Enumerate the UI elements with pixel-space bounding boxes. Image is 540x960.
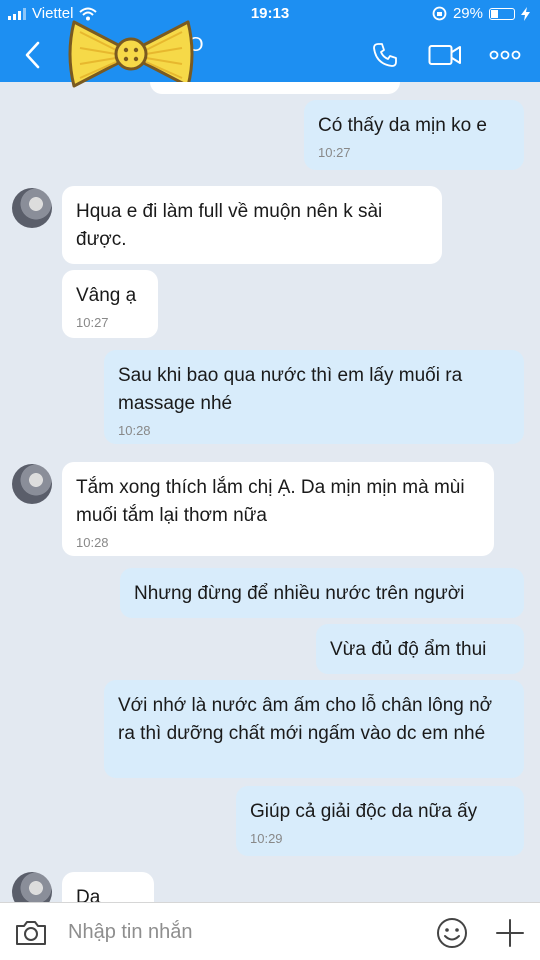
more-dots-icon [489, 50, 521, 60]
emoji-button[interactable] [436, 917, 468, 949]
message-text: Nhưng đừng để nhiều nước trên người [134, 583, 465, 604]
header-actions [368, 40, 522, 70]
smiley-icon [437, 918, 467, 948]
message-text: Vừa đủ độ ẩm thui [330, 639, 487, 660]
message-sent[interactable]: Giúp cả giải độc da nữa ấy 10:29 [236, 786, 524, 856]
contact-avatar[interactable] [12, 188, 52, 228]
more-options-button[interactable] [488, 40, 522, 70]
camera-button[interactable] [14, 919, 48, 947]
message-text: Có thấy da mịn ko e [318, 115, 487, 136]
bow-sticker-icon [68, 20, 194, 88]
message-sent[interactable]: Với nhớ là nước âm ấm cho lỗ chân lông n… [104, 680, 524, 778]
status-right: 29% [432, 5, 530, 22]
message-text: Với nhớ là nước âm ấm cho lỗ chân lông n… [118, 695, 493, 744]
message-time: 10:28 [118, 423, 151, 438]
chat-area[interactable]: Có thấy da mịn ko e 10:27 Hqua e đi làm … [0, 82, 540, 902]
video-camera-icon [428, 45, 461, 65]
message-text: Hqua e đi làm full về muộn nên k sài đượ… [76, 201, 383, 250]
message-text: Tắm xong thích lắm chị Ạ. Da mịn mịn mà … [76, 477, 465, 526]
message-text: Sau khi bao qua nước thì em lấy muối ra … [118, 365, 463, 414]
plus-icon [496, 919, 524, 947]
message-received[interactable]: Dạ [62, 872, 154, 902]
message-time: 10:27 [76, 315, 109, 330]
message-sent[interactable]: Vừa đủ độ ẩm thui [316, 624, 524, 674]
message-time: 10:29 [250, 831, 283, 846]
chevron-left-icon [25, 41, 40, 69]
message-received[interactable]: Vâng ạ 10:27 [62, 270, 158, 338]
previous-message-fragment [150, 82, 400, 94]
message-time: 10:27 [318, 145, 351, 160]
call-button[interactable] [368, 40, 402, 70]
message-sent[interactable]: Nhưng đừng để nhiều nước trên người [120, 568, 524, 618]
message-sent[interactable]: Sau khi bao qua nước thì em lấy muối ra … [104, 350, 524, 444]
back-button[interactable] [20, 40, 48, 70]
charging-icon [521, 6, 530, 21]
contact-avatar[interactable] [12, 872, 52, 902]
message-received[interactable]: Tắm xong thích lắm chị Ạ. Da mịn mịn mà … [62, 462, 494, 556]
rotation-lock-icon [432, 6, 447, 21]
message-text: Dạ [76, 887, 101, 902]
phone-icon [373, 43, 397, 67]
video-call-button[interactable] [428, 40, 462, 70]
message-text: Vâng ạ [76, 285, 137, 306]
message-time: 10:28 [76, 535, 109, 550]
camera-icon [16, 921, 46, 945]
message-sent[interactable]: Có thấy da mịn ko e 10:27 [304, 100, 524, 170]
message-received[interactable]: Hqua e đi làm full về muộn nên k sài đượ… [62, 186, 442, 264]
battery-percent: 29% [452, 5, 483, 22]
message-input[interactable]: Nhập tin nhắn [68, 921, 193, 944]
contact-avatar[interactable] [12, 464, 52, 504]
add-attachment-button[interactable] [494, 917, 526, 949]
battery-icon [489, 7, 515, 20]
message-text: Giúp cả giải độc da nữa ấy [250, 801, 478, 822]
message-input-bar: Nhập tin nhắn [0, 902, 540, 960]
